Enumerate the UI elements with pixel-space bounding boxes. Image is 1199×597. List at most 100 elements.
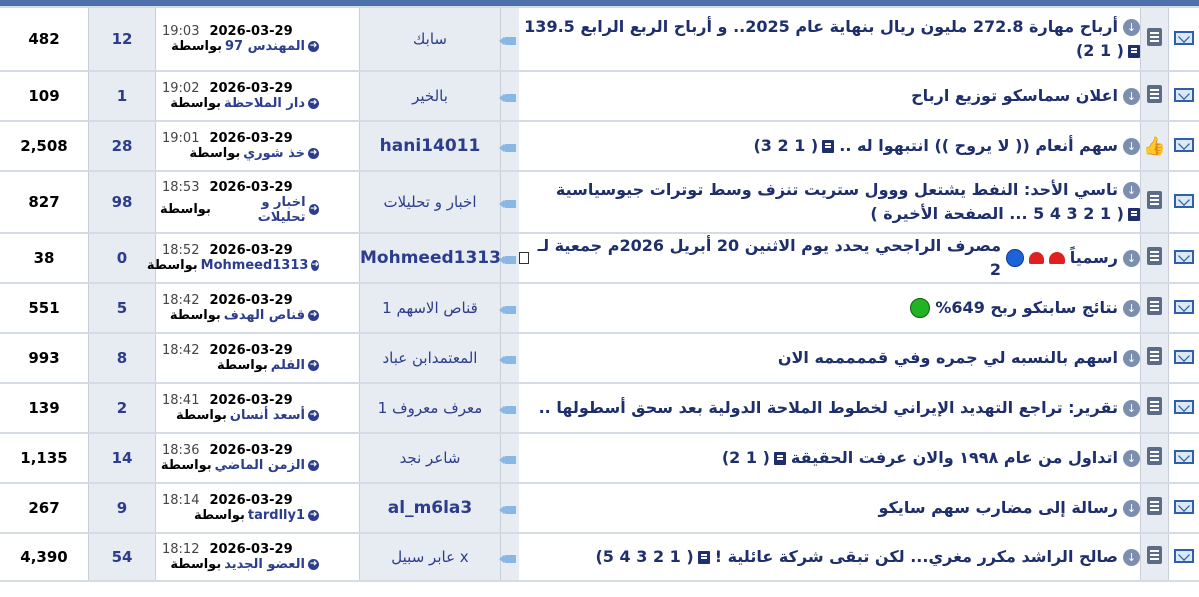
- mail-icon[interactable]: [1174, 249, 1194, 264]
- go-to-last-post-icon[interactable]: ➜: [308, 559, 319, 570]
- replies-count[interactable]: 9: [88, 482, 156, 534]
- thread-title-link[interactable]: اسهم بالنسبه لي جمره وفي قمممممه الان: [778, 346, 1118, 370]
- page-links[interactable]: ( 1 2 3): [753, 134, 835, 158]
- tag-icon: [499, 255, 516, 264]
- go-to-last-post-icon[interactable]: ➜: [311, 260, 319, 271]
- thread-title-link[interactable]: أرباح مهارة 272.8 مليون ريال بنهاية عام …: [524, 15, 1118, 39]
- thread-title-link[interactable]: صالح الراشد مكرر مغري... لكن تبقى شركة ع…: [715, 545, 1118, 569]
- thread-title-link[interactable]: رسالة إلى مضارب سهم سايكو: [878, 496, 1118, 520]
- go-to-first-unread-icon[interactable]: ↓: [1123, 548, 1140, 566]
- last-post-user-link[interactable]: خذ شوري: [243, 146, 305, 161]
- siren-emoji-icon: [1028, 252, 1045, 264]
- last-post-user-link[interactable]: اخبار و تحليلات: [214, 195, 306, 225]
- thread-author-link[interactable]: شاعر نجد: [359, 432, 501, 484]
- thread-status-icon: [1147, 191, 1162, 209]
- go-to-first-unread-icon[interactable]: ↓: [1123, 181, 1140, 199]
- go-to-first-unread-icon[interactable]: ↓: [1123, 87, 1140, 105]
- replies-count[interactable]: 28: [88, 120, 156, 172]
- last-post-user-link[interactable]: أسعد أنسان: [230, 408, 305, 423]
- last-post-user-link[interactable]: دار الملاحظة: [224, 96, 305, 111]
- thread-author-link[interactable]: سابك: [359, 6, 501, 72]
- thread-author-link[interactable]: بالخير: [359, 70, 501, 122]
- go-to-last-post-icon[interactable]: ➜: [308, 360, 319, 371]
- thread-title-link[interactable]: اعلان سماسكو توزيع ارباح: [911, 84, 1118, 108]
- replies-count[interactable]: 8: [88, 332, 156, 384]
- by-prefix: بواسطة: [171, 39, 222, 54]
- mail-icon[interactable]: [1174, 548, 1194, 563]
- last-post-user-link[interactable]: الزمن الماضي: [215, 458, 305, 473]
- mail-icon[interactable]: [1174, 299, 1194, 314]
- go-to-first-unread-icon[interactable]: ↓: [1123, 349, 1140, 367]
- replies-count[interactable]: 1: [88, 70, 156, 122]
- thread-title-link-cont[interactable]: مصرف الراجحي يحدد يوم الاثنين 20 أبريل 2…: [534, 234, 1001, 282]
- thread-title-cell: ↓ اعلان سماسكو توزيع ارباح: [519, 70, 1141, 122]
- replies-count[interactable]: 5: [88, 282, 156, 334]
- page-links[interactable]: ( 1 2): [722, 446, 786, 470]
- page-links[interactable]: ( 1 2 3 4 5): [595, 545, 710, 569]
- thread-author-link[interactable]: al_m6la3: [359, 482, 501, 534]
- last-post-date: 2026-03-29: [209, 179, 293, 195]
- replies-count[interactable]: 54: [88, 532, 156, 582]
- last-post-user-link[interactable]: قناص الهدف: [224, 308, 305, 323]
- mail-icon[interactable]: [1174, 193, 1194, 208]
- thread-title-link[interactable]: سهم أنعام (( لا يروح )) انتبهوا له ..: [839, 134, 1118, 158]
- go-to-last-post-icon[interactable]: ➜: [308, 204, 319, 215]
- go-to-last-post-icon[interactable]: ➜: [308, 41, 319, 52]
- replies-count[interactable]: 14: [88, 432, 156, 484]
- go-to-last-post-icon[interactable]: ➜: [308, 510, 319, 521]
- mail-icon[interactable]: [1174, 87, 1194, 102]
- last-post-user-link[interactable]: العضو الجديد: [224, 557, 305, 572]
- thread-title-link[interactable]: نتائج سابتكو ربح 649%: [935, 296, 1118, 320]
- thread-title-link[interactable]: اتداول من عام ١٩٩٨ والان عرفت الحقيقة: [791, 446, 1118, 470]
- replies-count[interactable]: 2: [88, 382, 156, 434]
- replies-count[interactable]: 0: [88, 232, 156, 284]
- last-post-by: بواسطة tardlly1 ➜: [156, 508, 359, 523]
- page-numbers[interactable]: ( 1 2 3 4 5 ... الصفحة الأخيرة ): [870, 202, 1124, 226]
- replies-count[interactable]: 98: [88, 170, 156, 234]
- thread-author-link[interactable]: Mohmeed1313: [359, 232, 501, 284]
- last-post-user-link[interactable]: tardlly1: [248, 508, 305, 523]
- thread-title-link[interactable]: رسمياً: [1070, 246, 1118, 270]
- mail-icon[interactable]: [1174, 30, 1194, 45]
- page-links[interactable]: ( 1 2): [1076, 39, 1140, 63]
- tag-icon: [499, 455, 516, 464]
- thread-title-cell: ↓ تقرير: تراجع التهديد الإيراني لخطوط الم…: [519, 382, 1141, 434]
- page-numbers[interactable]: ( 1 2): [1076, 39, 1124, 63]
- last-post-date: 2026-03-29: [209, 443, 293, 458]
- thread-title-link[interactable]: تاسي الأحد: النفط يشتعل ووول ستريت تنزف …: [556, 178, 1118, 202]
- go-to-last-post-icon[interactable]: ➜: [308, 460, 319, 471]
- thread-title-link[interactable]: تقرير: تراجع التهديد الإيراني لخطوط المل…: [539, 396, 1118, 420]
- mail-icon[interactable]: [1174, 137, 1194, 152]
- go-to-first-unread-icon[interactable]: ↓: [1123, 499, 1140, 517]
- go-to-first-unread-icon[interactable]: ↓: [1123, 18, 1140, 36]
- last-post-info: 18:14 2026-03-29 بواسطة tardlly1 ➜: [155, 482, 360, 534]
- last-post-user-link[interactable]: القلم: [271, 358, 305, 373]
- go-to-last-post-icon[interactable]: ➜: [308, 98, 319, 109]
- thread-author-link[interactable]: معرف معروف 1: [359, 382, 501, 434]
- mail-icon[interactable]: [1174, 449, 1194, 464]
- thread-author-link[interactable]: hani14011: [359, 120, 501, 172]
- thread-author-link[interactable]: قناص الاسهم 1: [359, 282, 501, 334]
- go-to-first-unread-icon[interactable]: ↓: [1123, 399, 1140, 417]
- replies-count[interactable]: 12: [88, 6, 156, 72]
- thread-author-link[interactable]: عابر سبيل x: [359, 532, 501, 582]
- go-to-last-post-icon[interactable]: ➜: [308, 310, 319, 321]
- mail-icon[interactable]: [1174, 399, 1194, 414]
- go-to-first-unread-icon[interactable]: ↓: [1123, 449, 1140, 467]
- last-post-user-link[interactable]: Mohmeed1313: [201, 258, 309, 273]
- go-to-last-post-icon[interactable]: ➜: [308, 148, 319, 159]
- mail-icon[interactable]: [1174, 499, 1194, 514]
- mail-icon[interactable]: [1174, 349, 1194, 364]
- page-links[interactable]: ( 1 2 3 4 5 ... الصفحة الأخيرة ): [870, 202, 1140, 226]
- thread-author-link[interactable]: المعتمدابن عباد: [359, 332, 501, 384]
- page-numbers[interactable]: ( 1 2 3): [753, 134, 818, 158]
- thread-status-icon: [1147, 447, 1162, 465]
- go-to-first-unread-icon[interactable]: ↓: [1123, 299, 1140, 317]
- page-numbers[interactable]: ( 1 2): [722, 446, 770, 470]
- go-to-first-unread-icon[interactable]: ↓: [1123, 137, 1140, 155]
- go-to-first-unread-icon[interactable]: ↓: [1123, 249, 1140, 267]
- go-to-last-post-icon[interactable]: ➜: [308, 410, 319, 421]
- page-numbers[interactable]: ( 1 2 3 4 5): [595, 545, 693, 569]
- thread-author-link[interactable]: اخبار و تحليلات: [359, 170, 501, 234]
- last-post-user-link[interactable]: المهندس 97: [225, 39, 305, 54]
